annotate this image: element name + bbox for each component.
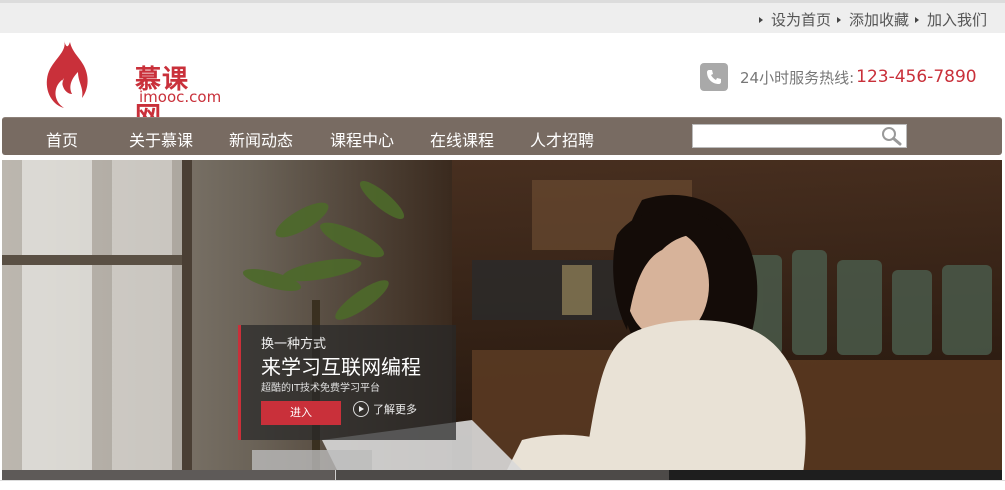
search-icon: [882, 127, 902, 146]
learn-more-label: 了解更多: [373, 403, 417, 416]
search-button[interactable]: [878, 125, 906, 147]
join-us-label: 加入我们: [926, 11, 987, 29]
nav-item-careers[interactable]: 人才招聘: [530, 127, 594, 151]
banner-headline: 来学习互联网编程: [261, 355, 421, 379]
arrow-right-icon: [914, 16, 919, 23]
slide-indicator-1[interactable]: [2, 470, 334, 480]
nav-item-about[interactable]: 关于慕课: [129, 127, 193, 151]
site-header: 慕课网 imooc.com 24小时服务热线: 123-456-7890: [0, 33, 1005, 132]
top-utility-bar: 设为首页 添加收藏 加入我们: [0, 0, 1005, 33]
enter-button[interactable]: 进入: [261, 401, 341, 425]
banner-tagline: 换一种方式: [261, 337, 327, 352]
flame-logo-icon: [46, 40, 88, 108]
logo-text-en: imooc.com: [139, 88, 222, 106]
arrow-right-icon: [758, 16, 763, 23]
hotline-number: 123-456-7890: [856, 67, 977, 87]
join-us-link[interactable]: 加入我们: [914, 9, 987, 30]
slide-indicator-2[interactable]: [336, 470, 669, 480]
set-homepage-link[interactable]: 设为首页: [758, 9, 831, 30]
play-icon: [353, 401, 369, 417]
nav-item-courses[interactable]: 课程中心: [330, 127, 394, 151]
main-nav: 首页 关于慕课 新闻动态 课程中心 在线课程 人才招聘: [2, 117, 1002, 155]
banner-subtitle: 超酷的IT技术免费学习平台: [261, 383, 381, 394]
banner-caption: 换一种方式 来学习互联网编程 超酷的IT技术免费学习平台 进入 了解更多: [238, 325, 456, 440]
learn-more-button[interactable]: 了解更多: [353, 401, 417, 417]
add-favorite-label: 添加收藏: [848, 11, 909, 29]
search-box: [692, 124, 907, 148]
slider-indicator: [2, 470, 1002, 480]
slide-indicator-3[interactable]: [669, 470, 1002, 480]
add-favorite-link[interactable]: 添加收藏: [836, 9, 909, 30]
nav-item-home[interactable]: 首页: [46, 127, 78, 151]
hotline-label: 24小时服务热线:: [740, 68, 855, 87]
banner-photo: [2, 160, 1002, 480]
site-logo[interactable]: 慕课网 imooc.com: [42, 38, 221, 132]
top-links: 设为首页 添加收藏 加入我们: [758, 9, 987, 30]
set-homepage-label: 设为首页: [770, 11, 831, 29]
hero-banner: 换一种方式 来学习互联网编程 超酷的IT技术免费学习平台 进入 了解更多: [2, 160, 1002, 480]
arrow-right-icon: [836, 16, 841, 23]
search-input[interactable]: [693, 125, 881, 147]
phone-icon: [700, 63, 728, 91]
nav-item-news[interactable]: 新闻动态: [229, 127, 293, 151]
nav-item-online-courses[interactable]: 在线课程: [430, 127, 494, 151]
service-hotline: 24小时服务热线: 123-456-7890: [700, 63, 977, 91]
